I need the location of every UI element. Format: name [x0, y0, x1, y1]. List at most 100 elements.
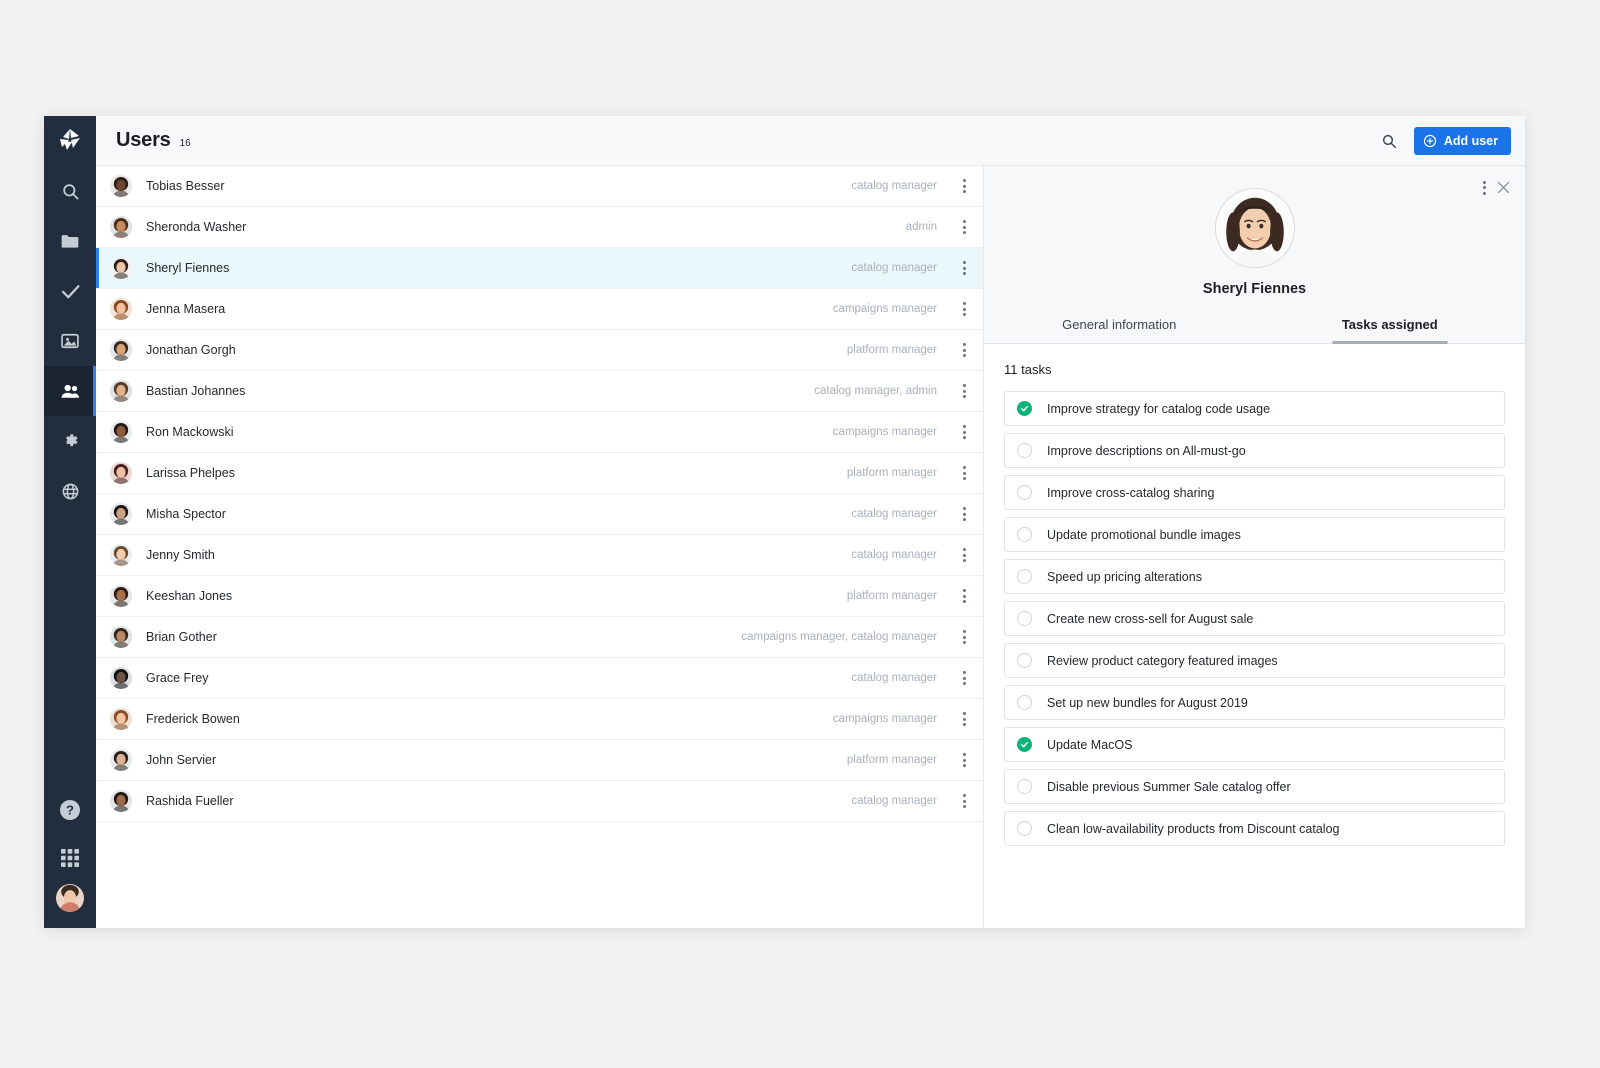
table-row[interactable]: Frederick Bowen campaigns manager — [96, 699, 983, 740]
list-item[interactable]: Clean low-availability products from Dis… — [1004, 811, 1505, 846]
sidebar-item-settings[interactable] — [44, 416, 96, 466]
list-item[interactable]: Improve strategy for catalog code usage — [1004, 391, 1505, 426]
table-row[interactable]: Jonathan Gorgh platform manager — [96, 330, 983, 371]
list-item[interactable]: Improve descriptions on All-must-go — [1004, 433, 1505, 468]
list-item[interactable]: Improve cross-catalog sharing — [1004, 475, 1505, 510]
table-row[interactable]: Larissa Phelpes platform manager — [96, 453, 983, 494]
detail-actions — [1483, 180, 1511, 195]
search-icon[interactable] — [1374, 126, 1404, 156]
kebab-menu-icon[interactable] — [953, 753, 975, 767]
check-circle-icon[interactable] — [1017, 401, 1032, 416]
empty-circle-icon[interactable] — [1017, 527, 1032, 542]
kebab-menu-icon[interactable] — [953, 712, 975, 726]
check-circle-icon[interactable] — [1017, 737, 1032, 752]
table-row[interactable]: Bastian Johannes catalog manager, admin — [96, 371, 983, 412]
kebab-menu-icon[interactable] — [953, 671, 975, 685]
user-name: Tobias Besser — [146, 179, 225, 193]
empty-circle-icon[interactable] — [1017, 485, 1032, 500]
sidebar-item-folders[interactable] — [44, 216, 96, 266]
sidebar: ? — [44, 116, 96, 928]
user-name: Sheronda Washer — [146, 220, 247, 234]
sidebar-item-search[interactable] — [44, 166, 96, 216]
detail-body: 11 tasks Improve strategy for catalog co… — [984, 344, 1525, 928]
user-name: Brian Gother — [146, 630, 217, 644]
kebab-menu-icon[interactable] — [953, 220, 975, 234]
user-name: Jonathan Gorgh — [146, 343, 236, 357]
user-role: platform manager — [846, 754, 937, 766]
kebab-menu-icon[interactable] — [953, 384, 975, 398]
table-row[interactable]: Grace Frey catalog manager — [96, 658, 983, 699]
kebab-menu-icon[interactable] — [953, 507, 975, 521]
list-item[interactable]: Update MacOS — [1004, 727, 1505, 762]
user-name: Ron Mackowski — [146, 425, 234, 439]
sidebar-item-media[interactable] — [44, 316, 96, 366]
avatar — [110, 708, 132, 730]
list-item[interactable]: Disable previous Summer Sale catalog off… — [1004, 769, 1505, 804]
sidebar-item-help[interactable]: ? — [44, 786, 96, 834]
table-row[interactable]: Ron Mackowski campaigns manager — [96, 412, 983, 453]
user-name: Grace Frey — [146, 671, 209, 685]
sidebar-item-tasks[interactable] — [44, 266, 96, 316]
user-role: campaigns manager — [832, 426, 937, 438]
empty-circle-icon[interactable] — [1017, 695, 1032, 710]
table-row[interactable]: Jenna Masera campaigns manager — [96, 289, 983, 330]
kebab-menu-icon[interactable] — [953, 343, 975, 357]
list-item[interactable]: Update promotional bundle images — [1004, 517, 1505, 552]
task-label: Improve cross-catalog sharing — [1047, 485, 1215, 500]
user-name: Keeshan Jones — [146, 589, 233, 603]
tab-general-information[interactable]: General information — [984, 317, 1255, 343]
kebab-menu-icon[interactable] — [953, 261, 975, 275]
empty-circle-icon[interactable] — [1017, 611, 1032, 626]
table-row[interactable]: Tobias Besser catalog manager — [96, 166, 983, 207]
tab-tasks-assigned[interactable]: Tasks assigned — [1255, 317, 1526, 343]
sidebar-item-apps[interactable] — [44, 834, 96, 882]
empty-circle-icon[interactable] — [1017, 779, 1032, 794]
account-avatar[interactable] — [54, 882, 86, 914]
list-item[interactable]: Review product category featured images — [1004, 643, 1505, 678]
user-name: Jenny Smith — [146, 548, 215, 562]
user-list: Tobias Besser catalog manager Sheronda Wa… — [96, 166, 984, 928]
list-item[interactable]: Speed up pricing alterations — [1004, 559, 1505, 594]
kebab-menu-icon[interactable] — [953, 794, 975, 808]
table-row[interactable]: Brian Gother campaigns manager, catalog m… — [96, 617, 983, 658]
table-row[interactable]: Rashida Fueller catalog manager — [96, 781, 983, 822]
kebab-menu-icon[interactable] — [953, 179, 975, 193]
avatar — [110, 503, 132, 525]
empty-circle-icon[interactable] — [1017, 569, 1032, 584]
kebab-menu-icon[interactable] — [1483, 180, 1486, 195]
user-role: catalog manager — [851, 180, 937, 192]
kebab-menu-icon[interactable] — [953, 589, 975, 603]
kebab-menu-icon[interactable] — [953, 302, 975, 316]
user-role: catalog manager — [851, 262, 937, 274]
table-row[interactable]: Misha Spector catalog manager — [96, 494, 983, 535]
avatar — [110, 257, 132, 279]
kebab-menu-icon[interactable] — [953, 425, 975, 439]
kebab-menu-icon[interactable] — [953, 630, 975, 644]
table-row[interactable]: Keeshan Jones platform manager — [96, 576, 983, 617]
close-icon[interactable] — [1496, 180, 1511, 195]
task-label: Disable previous Summer Sale catalog off… — [1047, 779, 1291, 794]
list-item[interactable]: Create new cross-sell for August sale — [1004, 601, 1505, 636]
empty-circle-icon[interactable] — [1017, 443, 1032, 458]
table-row[interactable]: John Servier platform manager — [96, 740, 983, 781]
list-item[interactable]: Set up new bundles for August 2019 — [1004, 685, 1505, 720]
body-split: Tobias Besser catalog manager Sheronda Wa… — [96, 166, 1525, 928]
user-role: campaigns manager, catalog manager — [741, 631, 937, 643]
table-row[interactable]: Sheronda Washer admin — [96, 207, 983, 248]
task-list: Improve strategy for catalog code usage I… — [1004, 391, 1505, 846]
task-label: Improve descriptions on All-must-go — [1047, 443, 1246, 458]
empty-circle-icon[interactable] — [1017, 821, 1032, 836]
add-user-button[interactable]: Add user — [1413, 126, 1511, 155]
kebab-menu-icon[interactable] — [953, 466, 975, 480]
table-row[interactable]: Jenny Smith catalog manager — [96, 535, 983, 576]
origami-logo-icon[interactable] — [44, 116, 96, 166]
user-role: platform manager — [846, 467, 937, 479]
sidebar-item-global[interactable] — [44, 466, 96, 516]
table-row[interactable]: Sheryl Fiennes catalog manager — [96, 248, 983, 289]
user-detail-panel: Sheryl Fiennes General information Tasks … — [984, 166, 1525, 928]
kebab-menu-icon[interactable] — [953, 548, 975, 562]
sidebar-item-users[interactable] — [44, 366, 96, 416]
avatar — [110, 749, 132, 771]
empty-circle-icon[interactable] — [1017, 653, 1032, 668]
user-role: catalog manager, admin — [814, 385, 937, 397]
